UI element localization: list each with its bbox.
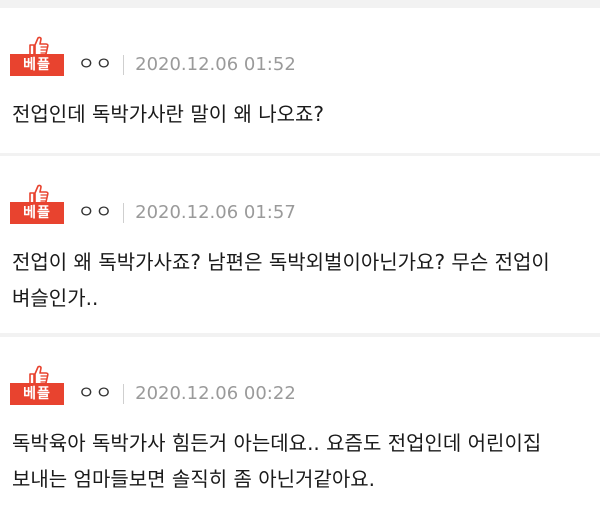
comment-header: 베플 ㅇㅇ 2020.12.06 01:57 (10, 184, 296, 224)
best-comment-badge: 베플 (10, 184, 64, 224)
username[interactable]: ㅇㅇ (78, 383, 113, 405)
username[interactable]: ㅇㅇ (78, 202, 113, 224)
comment-text: 독박육아 독박가사 힘든거 아는데요.. 요즘도 전업인데 어린이집 보내는 엄… (12, 431, 542, 491)
comment-header: 베플 ㅇㅇ 2020.12.06 01:52 (10, 36, 296, 76)
thumbs-up-icon (29, 184, 49, 204)
divider (123, 55, 125, 75)
comment-text: 전업인데 독박가사란 말이 왜 나오죠? (12, 102, 325, 126)
divider (123, 384, 125, 404)
divider (123, 203, 125, 223)
comment-header: 베플 ㅇㅇ 2020.12.06 00:22 (10, 365, 296, 405)
comment-list: 베플 ㅇㅇ 2020.12.06 01:52 전업인데 독박가사란 말이 왜 나… (0, 0, 600, 511)
thumbs-up-icon (29, 36, 49, 56)
comment-item: 베플 ㅇㅇ 2020.12.06 01:52 전업인데 독박가사란 말이 왜 나… (0, 8, 600, 153)
best-comment-badge: 베플 (10, 365, 64, 405)
comment-text: 전업이 왜 독박가사죠? 남편은 독박외벌이아닌가요? 무슨 전업이 벼슬인가.… (12, 250, 550, 310)
best-label: 베플 (10, 383, 64, 405)
best-comment-badge: 베플 (10, 36, 64, 76)
comment-item: 베플 ㅇㅇ 2020.12.06 01:57 전업이 왜 독박가사죠? 남편은 … (0, 156, 600, 333)
comment-date: 2020.12.06 01:52 (135, 54, 296, 75)
best-label: 베플 (10, 54, 64, 76)
thumbs-up-icon (29, 365, 49, 385)
comment-date: 2020.12.06 00:22 (135, 383, 296, 404)
comment-item: 베플 ㅇㅇ 2020.12.06 00:22 독박육아 독박가사 힘든거 아는데… (0, 337, 600, 511)
username[interactable]: ㅇㅇ (78, 54, 113, 76)
best-label: 베플 (10, 202, 64, 224)
comment-date: 2020.12.06 01:57 (135, 202, 296, 223)
